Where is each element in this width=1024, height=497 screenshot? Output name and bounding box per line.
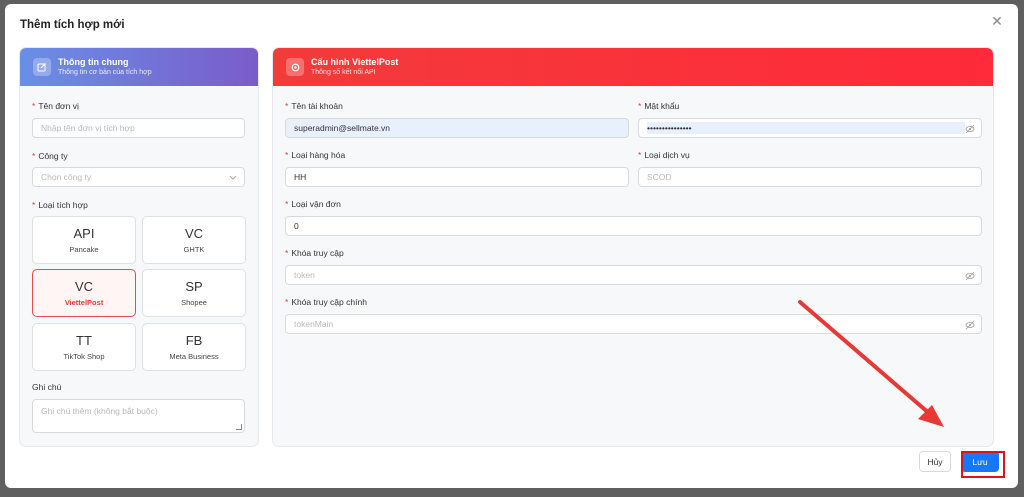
viettelpost-config-panel: Cấu hình ViettelPost Thông số kết nối AP…: [272, 47, 994, 447]
service-type-label: * Loại dịch vụ: [638, 150, 690, 160]
type-card-shopee[interactable]: SP Shopee: [142, 269, 246, 317]
viettelpost-config-title: Cấu hình ViettelPost: [311, 57, 399, 67]
waybill-type-label: * Loại vận đơn: [285, 199, 341, 209]
card-name: GHTK: [183, 245, 205, 254]
type-card-tiktok[interactable]: TT TikTok Shop: [32, 323, 136, 371]
service-type-input[interactable]: SCOD: [638, 167, 982, 187]
type-card-meta[interactable]: FB Meta Business: [142, 323, 246, 371]
unit-label: * Tên đơn vị: [32, 101, 79, 111]
main-access-key-placeholder: tokenMain: [294, 319, 334, 329]
add-integration-modal: Thêm tích hợp mới ✕ Thông tin chung Thôn…: [5, 4, 1018, 488]
card-code: API: [73, 226, 95, 241]
gear-icon: [286, 58, 304, 76]
company-label: * Công ty: [32, 151, 68, 161]
card-name: Meta Business: [169, 352, 219, 361]
general-info-header: Thông tin chung Thông tin cơ bản của tíc…: [20, 48, 258, 86]
card-name: Pancake: [69, 245, 99, 254]
type-label: * Loại tích hợp: [32, 200, 88, 210]
access-key-label: * Khóa truy cập: [285, 248, 344, 258]
company-select[interactable]: Chọn công ty: [32, 167, 245, 187]
card-name: Shopee: [181, 298, 207, 307]
eye-off-icon[interactable]: [965, 320, 975, 330]
resize-handle-icon[interactable]: [236, 424, 242, 430]
main-access-key-label: * Khóa truy cập chính: [285, 297, 367, 307]
chevron-down-icon: [229, 175, 237, 180]
viettelpost-config-subtitle: Thông số kết nối API: [311, 69, 376, 76]
card-name: TikTok Shop: [63, 352, 105, 361]
close-icon[interactable]: ✕: [990, 14, 1004, 28]
eye-off-icon[interactable]: [965, 124, 975, 134]
card-code: VC: [74, 279, 94, 294]
main-access-key-input[interactable]: tokenMain: [285, 314, 982, 334]
type-card-pancake[interactable]: API Pancake: [32, 216, 136, 264]
password-input[interactable]: •••••••••••••••: [638, 118, 982, 138]
account-input[interactable]: superadmin@sellmate.vn: [285, 118, 629, 138]
note-placeholder: Ghi chú thêm (không bắt buộc): [41, 406, 158, 416]
card-code: FB: [185, 333, 203, 348]
card-code: VC: [184, 226, 204, 241]
cancel-button[interactable]: Hủy: [919, 451, 951, 472]
viettelpost-config-header: Cấu hình ViettelPost Thông số kết nối AP…: [273, 48, 993, 86]
company-select-value: Chọn công ty: [41, 172, 92, 182]
unit-name-input[interactable]: Nhập tên đơn vị tích hợp: [32, 118, 245, 138]
eye-off-icon[interactable]: [965, 271, 975, 281]
waybill-type-input[interactable]: 0: [285, 216, 982, 236]
general-info-subtitle: Thông tin cơ bản của tích hợp: [58, 69, 152, 76]
account-label: * Tên tài khoản: [285, 101, 343, 111]
modal-title: Thêm tích hợp mới: [20, 19, 125, 31]
access-key-input[interactable]: token: [285, 265, 982, 285]
card-name: ViettelPost: [64, 298, 104, 307]
card-code: TT: [76, 333, 92, 348]
edit-icon: [33, 58, 51, 76]
general-info-panel: Thông tin chung Thông tin cơ bản của tíc…: [19, 47, 259, 447]
type-card-viettelpost[interactable]: VC ViettelPost: [32, 269, 136, 317]
note-label: Ghi chú: [32, 382, 62, 392]
goods-type-input[interactable]: HH: [285, 167, 629, 187]
type-card-ghtk[interactable]: VC GHTK: [142, 216, 246, 264]
general-info-title: Thông tin chung: [58, 57, 129, 67]
goods-type-label: * Loại hàng hóa: [285, 150, 346, 160]
annotation-highlight-box: [961, 451, 1005, 478]
password-value: •••••••••••••••: [647, 122, 965, 134]
access-key-placeholder: token: [294, 270, 315, 280]
note-textarea[interactable]: Ghi chú thêm (không bắt buộc): [32, 399, 245, 433]
card-code: SP: [185, 279, 203, 294]
password-label: * Mật khẩu: [638, 101, 680, 111]
